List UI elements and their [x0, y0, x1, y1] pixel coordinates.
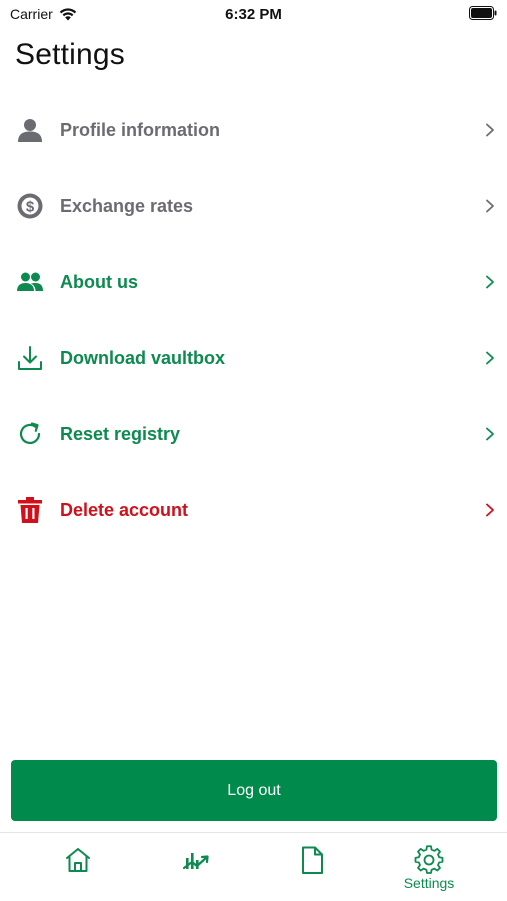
chevron-right-icon [486, 199, 494, 213]
gear-icon [414, 845, 444, 874]
settings-item-exchange-rates[interactable]: $ Exchange rates [0, 168, 507, 244]
settings-item-about-us[interactable]: About us [0, 244, 507, 320]
home-icon [66, 848, 90, 872]
chevron-right-icon [486, 351, 494, 365]
people-icon [16, 268, 44, 296]
logout-button[interactable]: Log out [11, 760, 497, 821]
battery-icon [469, 6, 497, 20]
chevron-right-icon [486, 123, 494, 137]
tab-bar: Settings [0, 832, 507, 901]
chevron-right-icon [486, 503, 494, 517]
refresh-icon [16, 420, 44, 448]
download-icon [16, 344, 44, 372]
logout-label: Log out [227, 781, 281, 799]
tab-chart[interactable] [157, 845, 237, 895]
settings-item-label: Download vaultbox [60, 347, 226, 368]
chart-icon [182, 853, 209, 870]
person-icon [16, 116, 44, 144]
status-time: 6:32 PM [225, 6, 282, 23]
chevron-right-icon [486, 275, 494, 289]
settings-item-label: About us [60, 271, 138, 292]
dollar-coin-icon: $ [16, 192, 44, 220]
settings-item-label: Delete account [60, 499, 189, 520]
trash-icon [16, 496, 44, 524]
settings-item-label: Reset registry [60, 423, 181, 444]
settings-item-download-vaultbox[interactable]: Download vaultbox [0, 320, 507, 396]
tab-settings[interactable]: Settings [389, 845, 469, 895]
status-bar: Carrier 6:32 PM [0, 0, 507, 28]
tab-settings-label: Settings [403, 875, 455, 891]
chevron-right-icon [486, 427, 494, 441]
settings-item-reset-registry[interactable]: Reset registry [0, 396, 507, 472]
page-title: Settings [15, 38, 125, 71]
settings-item-profile-information[interactable]: Profile information [0, 92, 507, 168]
tab-home[interactable] [38, 845, 118, 895]
tab-document[interactable] [272, 845, 352, 895]
document-icon [302, 846, 323, 874]
settings-item-delete-account[interactable]: Delete account [0, 472, 507, 548]
settings-list: Profile information $ Exchange rates Abo… [0, 92, 507, 548]
svg-text:$: $ [26, 199, 35, 216]
settings-item-label: Profile information [60, 119, 221, 140]
settings-item-label: Exchange rates [60, 195, 194, 216]
